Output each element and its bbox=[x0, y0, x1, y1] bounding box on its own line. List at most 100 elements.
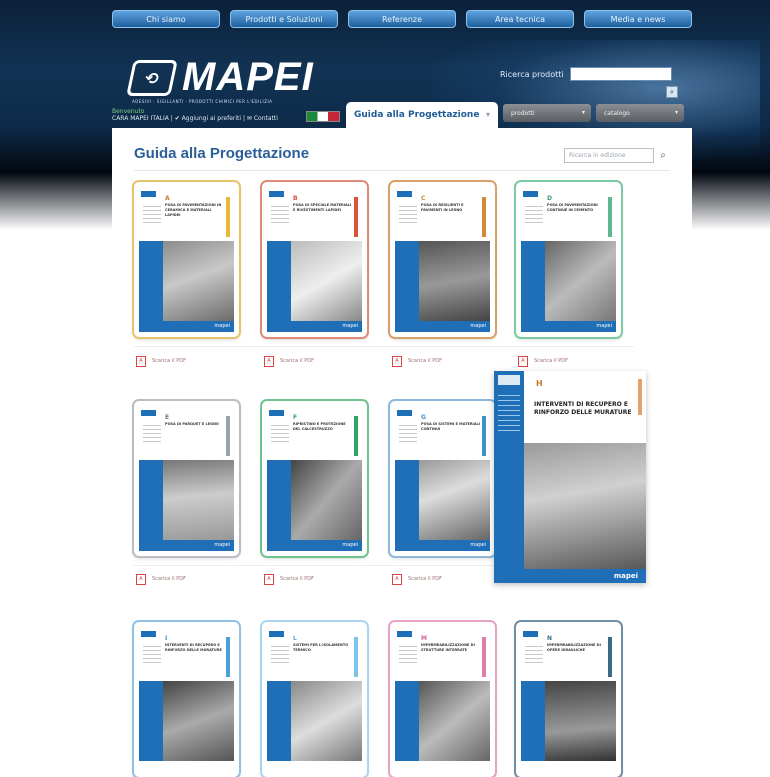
guide-cover[interactable]: B POSA DI SPECIALE MATERIALI E RIVESTIME… bbox=[262, 182, 367, 337]
cover-footer: mapei bbox=[267, 540, 362, 551]
cover-photo bbox=[524, 443, 646, 569]
cover-title: POSA DI PAVIMENTAZIONI IN CERAMICA E MAT… bbox=[165, 203, 222, 217]
download-label: Scarica il PDF bbox=[408, 576, 442, 582]
mapei-logo[interactable]: ⟲ MAPEI bbox=[126, 55, 314, 100]
cover-accent bbox=[608, 637, 612, 677]
guide-cover[interactable]: F RIPRISTINO E PROTEZIONE DEL CALCESTRUZ… bbox=[262, 401, 367, 556]
download-pdf-link[interactable]: A Scarica il PDF bbox=[518, 355, 568, 367]
cover-letter: D bbox=[547, 195, 552, 202]
cover-blue-band bbox=[521, 681, 545, 761]
search-icon[interactable]: ⌕ bbox=[656, 148, 670, 163]
welcome-text: Benvenuto bbox=[112, 108, 145, 115]
product-search: Ricerca prodotti bbox=[500, 66, 678, 82]
cover-blue-band bbox=[139, 241, 163, 321]
cover-photo bbox=[545, 241, 616, 321]
user-links[interactable]: CARA MAPEI ITALIA | ✔ Aggiungi ai prefer… bbox=[112, 115, 307, 122]
cover-letter: G bbox=[421, 414, 426, 421]
dropdown-prodotti[interactable]: prodotti ▾ bbox=[503, 104, 591, 122]
download-pdf-link[interactable]: A Scarica il PDF bbox=[392, 355, 442, 367]
pdf-icon: A bbox=[264, 573, 274, 585]
cover-blue-band bbox=[267, 460, 291, 540]
cover-title: POSA DI PARQUET E LEGNO bbox=[165, 422, 219, 426]
tab-guida-label: Guida alla Progettazione bbox=[354, 110, 480, 120]
top-navigation: Chi siamo Prodotti e Soluzioni Referenze… bbox=[112, 10, 692, 28]
tab-guida[interactable]: Guida alla Progettazione ▾ bbox=[346, 102, 498, 128]
cover-grid bbox=[143, 422, 161, 442]
search-go-icon[interactable]: ⌕ bbox=[666, 86, 678, 98]
row-divider bbox=[134, 565, 494, 566]
top-nav-item[interactable]: Chi siamo bbox=[112, 10, 220, 28]
cover-accent bbox=[226, 416, 230, 456]
cover-grid bbox=[399, 643, 417, 663]
cover-letter: C bbox=[421, 195, 426, 202]
cover-letter: B bbox=[293, 195, 298, 202]
cover-photo bbox=[545, 681, 616, 761]
catalog-search-input[interactable]: Ricerca in edizione bbox=[564, 148, 654, 163]
cover-footer: mapei bbox=[395, 540, 490, 551]
product-search-input[interactable] bbox=[570, 67, 672, 81]
cover-photo bbox=[291, 241, 362, 321]
download-pdf-link[interactable]: A Scarica il PDF bbox=[136, 573, 186, 585]
guide-cover[interactable]: E POSA DI PARQUET E LEGNO mapei bbox=[134, 401, 239, 556]
featured-cover-preview[interactable]: H INTERVENTI DI RECUPERO E RINFORZO DELL… bbox=[494, 371, 646, 583]
cover-footer: mapei bbox=[139, 321, 234, 332]
download-pdf-link[interactable]: A Scarica il PDF bbox=[264, 573, 314, 585]
cover-photo bbox=[419, 681, 490, 761]
dropdown-catalogo[interactable]: catalogo ▾ bbox=[596, 104, 684, 122]
cover-blue-band bbox=[267, 241, 291, 321]
guide-cover[interactable]: N IMPERMEABILIZZAZIONE DI OPERE IDRAULIC… bbox=[516, 622, 621, 777]
cover-photo bbox=[419, 241, 490, 321]
guide-cover[interactable]: C POSA DI RESILIENTI E PAVIMENTI IN LEGN… bbox=[390, 182, 495, 337]
cover-accent bbox=[226, 197, 230, 237]
guide-cover[interactable]: I INTERVENTI DI RECUPERO E RINFORZO DELL… bbox=[134, 622, 239, 777]
cover-blue-band bbox=[395, 241, 419, 321]
top-nav-item[interactable]: Prodotti e Soluzioni bbox=[230, 10, 338, 28]
cover-accent bbox=[354, 197, 358, 237]
cover-grid bbox=[498, 391, 520, 431]
cover-page: G POSA DI SISTEMI E MATERIALI CONTINUI m… bbox=[395, 406, 490, 551]
cover-title: IMPERMEABILIZZAZIONE DI STRUTTURE INTERR… bbox=[421, 643, 475, 652]
guide-cover[interactable]: L SISTEMI PER L'ISOLAMENTO TERMICO bbox=[262, 622, 367, 777]
brand-tagline: ADESIVI · SIGILLANTI · PRODOTTI CHIMICI … bbox=[132, 99, 273, 104]
pdf-icon: A bbox=[136, 573, 146, 585]
cover-title: IMPERMEABILIZZAZIONE DI OPERE IDRAULICHE bbox=[547, 643, 601, 652]
cover-brand: mapei bbox=[342, 323, 358, 329]
cover-page: D POSA DI PAVIMENTAZIONI CONTINUE IN CEM… bbox=[521, 187, 616, 332]
top-nav-item[interactable]: Area tecnica bbox=[466, 10, 574, 28]
cover-page: F RIPRISTINO E PROTEZIONE DEL CALCESTRUZ… bbox=[267, 406, 362, 551]
cover-blue-band bbox=[521, 241, 545, 321]
download-pdf-link[interactable]: A Scarica il PDF bbox=[392, 573, 442, 585]
cover-letter: H bbox=[536, 379, 543, 388]
cover-accent bbox=[354, 416, 358, 456]
cover-blue-band bbox=[395, 681, 419, 761]
download-label: Scarica il PDF bbox=[408, 358, 442, 364]
cover-photo bbox=[163, 460, 234, 540]
guide-cover[interactable]: G POSA DI SISTEMI E MATERIALI CONTINUI m… bbox=[390, 401, 495, 556]
cover-brand: mapei bbox=[214, 542, 230, 548]
top-nav-item[interactable]: Media e news bbox=[584, 10, 692, 28]
cover-brand: mapei bbox=[613, 572, 638, 580]
guide-cover[interactable]: M IMPERMEABILIZZAZIONE DI STRUTTURE INTE… bbox=[390, 622, 495, 777]
guide-cover[interactable]: A POSA DI PAVIMENTAZIONI IN CERAMICA E M… bbox=[134, 182, 239, 337]
download-pdf-link[interactable]: A Scarica il PDF bbox=[264, 355, 314, 367]
guide-cover[interactable]: D POSA DI PAVIMENTAZIONI CONTINUE IN CEM… bbox=[516, 182, 621, 337]
cover-blue-band bbox=[494, 371, 524, 569]
cover-letter: I bbox=[165, 635, 168, 642]
chevron-down-icon: ▾ bbox=[581, 109, 585, 116]
cover-badge bbox=[523, 631, 538, 637]
cover-title: POSA DI SPECIALE MATERIALI E RIVESTIMENT… bbox=[293, 203, 352, 212]
cover-photo bbox=[163, 241, 234, 321]
cover-title: POSA DI PAVIMENTAZIONI CONTINUE IN CEMEN… bbox=[547, 203, 598, 212]
cover-page: L SISTEMI PER L'ISOLAMENTO TERMICO bbox=[267, 627, 362, 772]
dropdown-label: catalogo bbox=[604, 109, 630, 117]
pdf-icon: A bbox=[136, 355, 146, 367]
download-pdf-link[interactable]: A Scarica il PDF bbox=[136, 355, 186, 367]
language-flag-icon[interactable] bbox=[306, 111, 340, 122]
cover-letter: A bbox=[165, 195, 170, 202]
top-nav-item[interactable]: Referenze bbox=[348, 10, 456, 28]
title-divider bbox=[134, 170, 670, 171]
cover-blue-band bbox=[267, 681, 291, 761]
cover-photo bbox=[291, 460, 362, 540]
cover-grid bbox=[143, 203, 161, 223]
cover-page: I INTERVENTI DI RECUPERO E RINFORZO DELL… bbox=[139, 627, 234, 772]
